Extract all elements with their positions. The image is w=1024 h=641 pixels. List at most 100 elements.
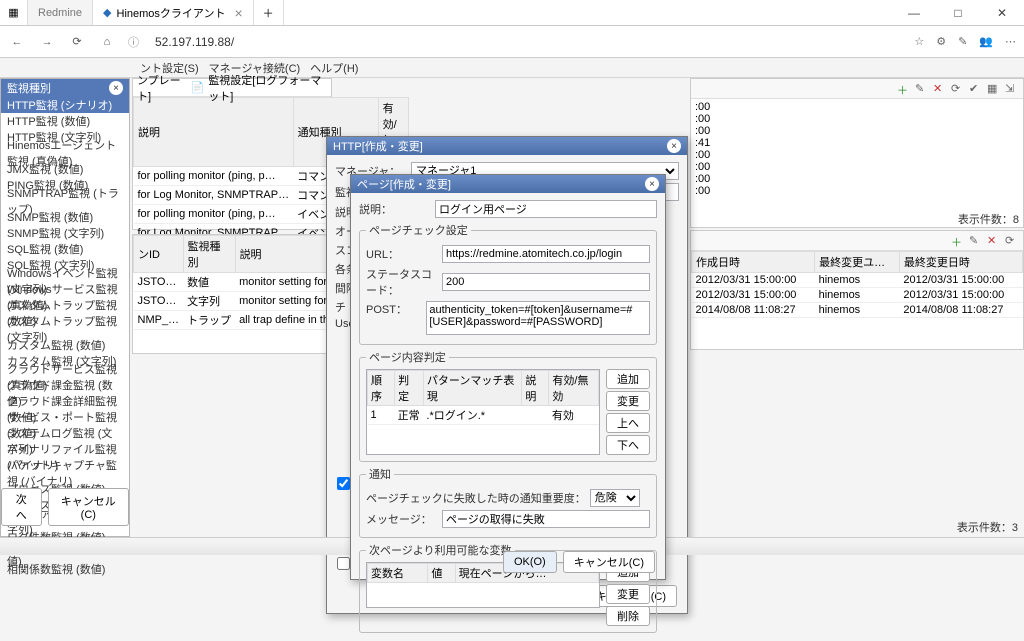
template-table-panel: ンプレート]📄監視設定[ログフォーマット] 説明通知種別有効/無効for pol… bbox=[132, 78, 332, 230]
close-icon[interactable]: × bbox=[109, 81, 123, 95]
star-icon[interactable]: ☆ bbox=[914, 35, 924, 48]
tab-label[interactable]: 監視設定[ログフォーマット] bbox=[208, 72, 327, 104]
column-header[interactable]: 最終変更日時 bbox=[899, 252, 1022, 273]
bottom-table-panel: ンID監視種別説明フォJSTO…数値monitor setting for an… bbox=[132, 234, 332, 354]
toolbar: ＋ ✎ ✕ ⟳ bbox=[691, 231, 1023, 251]
edit-icon[interactable]: ✎ bbox=[915, 82, 929, 96]
table-row[interactable]: 2012/03/31 15:00:00hinemos2012/03/31 15:… bbox=[692, 288, 1023, 303]
refresh-icon[interactable]: ⟳ bbox=[1005, 234, 1019, 248]
column-header[interactable]: 値 bbox=[428, 564, 455, 583]
action-button[interactable]: 変更 bbox=[606, 584, 650, 604]
column-header[interactable]: パターンマッチ表現 bbox=[423, 371, 521, 406]
action-button[interactable]: 削除 bbox=[606, 606, 650, 626]
time-cell: :00 bbox=[695, 149, 1019, 161]
checkbox[interactable] bbox=[337, 557, 350, 570]
forward-icon[interactable]: → bbox=[38, 33, 56, 51]
ok-button[interactable]: OK(O) bbox=[503, 551, 557, 573]
post-input[interactable]: authenticity_token=#[token]&username=#[U… bbox=[426, 301, 650, 335]
notify-fieldset: 通知 ページチェックに失敗した時の通知重要度：危険 メッセージ： bbox=[359, 466, 657, 538]
column-header[interactable]: 説明 bbox=[522, 371, 549, 406]
time-cell: :00 bbox=[695, 161, 1019, 173]
sidebar-item[interactable]: パケットキャプチャ監視 (バイナリ) bbox=[1, 465, 129, 481]
legend: ページチェック設定 bbox=[366, 222, 471, 238]
description-input[interactable] bbox=[435, 200, 657, 218]
cancel-button[interactable]: キャンセル(C) bbox=[48, 488, 129, 526]
back-icon[interactable]: ← bbox=[8, 33, 26, 51]
column-header[interactable]: 変数名 bbox=[368, 564, 428, 583]
url-input[interactable] bbox=[442, 245, 650, 263]
sidebar-item[interactable]: SNMPTRAP監視 (トラップ) bbox=[1, 193, 129, 209]
action-button[interactable]: 下へ bbox=[606, 435, 650, 455]
next-button[interactable]: 次へ bbox=[1, 488, 42, 526]
column-header[interactable]: 最終変更ユ… bbox=[815, 252, 900, 273]
status-code-input[interactable] bbox=[442, 273, 650, 291]
sidebar-item[interactable]: SQL監視 (数値) bbox=[1, 241, 129, 257]
sidebar-item[interactable]: HTTP監視 (シナリオ) bbox=[1, 97, 129, 113]
column-header[interactable]: 監視種別 bbox=[183, 236, 235, 273]
legend: 次ページより利用可能な変数 bbox=[366, 542, 515, 558]
window-max-button[interactable]: □ bbox=[936, 0, 980, 26]
sidebar-item[interactable]: カスタムトラップ監視 (文字列) bbox=[1, 321, 129, 337]
pen-icon[interactable]: ✎ bbox=[958, 35, 967, 48]
edit-icon[interactable]: ✎ bbox=[969, 234, 983, 248]
refresh-icon[interactable]: ⟳ bbox=[951, 82, 965, 96]
add-icon[interactable]: ＋ bbox=[897, 82, 911, 96]
page-check-fieldset: ページチェック設定 URL： ステータスコード： POST：authentici… bbox=[359, 222, 657, 345]
checkbox[interactable] bbox=[337, 477, 350, 490]
field-label: POST： bbox=[366, 301, 422, 317]
new-tab-button[interactable]: ＋ bbox=[254, 0, 284, 25]
share-icon[interactable]: 👥 bbox=[979, 35, 993, 48]
sidebar-item[interactable]: SNMP監視 (文字列) bbox=[1, 225, 129, 241]
url-input[interactable] bbox=[151, 31, 902, 53]
column-header[interactable]: 有効/無効 bbox=[549, 371, 599, 406]
time-cell: :00 bbox=[695, 101, 1019, 113]
action-button[interactable]: 追加 bbox=[606, 369, 650, 389]
tab-redmine[interactable]: Redmine bbox=[28, 0, 93, 25]
table-row[interactable]: 2012/03/31 15:00:00hinemos2012/03/31 15:… bbox=[692, 273, 1023, 288]
severity-select[interactable]: 危険 bbox=[590, 489, 640, 507]
action-button[interactable]: 変更 bbox=[606, 391, 650, 411]
column-header[interactable]: 説明 bbox=[134, 98, 294, 167]
tab-label[interactable]: ンプレート] bbox=[137, 72, 187, 104]
add-icon[interactable]: ＋ bbox=[951, 234, 965, 248]
home-icon[interactable]: ⌂ bbox=[98, 33, 116, 51]
field-label: ページチェックに失敗した時の通知重要度： bbox=[366, 490, 586, 506]
more-icon[interactable]: ⋯ bbox=[1005, 35, 1016, 48]
delete-icon[interactable]: ✕ bbox=[933, 82, 947, 96]
column-header[interactable]: 判定 bbox=[395, 371, 424, 406]
gear-icon[interactable]: ⚙ bbox=[936, 35, 946, 48]
column-header[interactable]: 順序 bbox=[368, 371, 395, 406]
close-icon[interactable]: × bbox=[667, 139, 681, 153]
column-header[interactable]: 作成日時 bbox=[692, 252, 815, 273]
delete-icon[interactable]: ✕ bbox=[987, 234, 1001, 248]
tab-label: Redmine bbox=[38, 7, 82, 19]
row-count: 表示件数：8 bbox=[958, 211, 1019, 227]
field-label: ステータスコード： bbox=[366, 266, 438, 298]
legend: ページ内容判定 bbox=[366, 349, 449, 365]
message-input[interactable] bbox=[442, 510, 650, 528]
close-icon[interactable]: × bbox=[234, 5, 242, 21]
sidebar-item[interactable]: Hinemosエージェント監視 (真偽値) bbox=[1, 145, 129, 161]
tab-label: Hinemosクライアント bbox=[117, 5, 226, 21]
filter-icon[interactable]: ▦ bbox=[987, 82, 1001, 96]
reload-icon[interactable]: ⟳ bbox=[68, 33, 86, 51]
titlebar: ▦ Redmine ◆Hinemosクライアント× ＋ — □ ✕ bbox=[0, 0, 1024, 26]
check-icon[interactable]: ✔ bbox=[969, 82, 983, 96]
action-button[interactable]: 上へ bbox=[606, 413, 650, 433]
close-icon[interactable]: × bbox=[645, 177, 659, 191]
column-header[interactable]: ンID bbox=[134, 236, 184, 273]
field-label: メッセージ： bbox=[366, 511, 438, 527]
window-min-button[interactable]: — bbox=[892, 0, 936, 26]
tab-hinemos[interactable]: ◆Hinemosクライアント× bbox=[93, 0, 254, 25]
row-count: 表示件数：3 bbox=[957, 519, 1018, 535]
time-cell: :00 bbox=[695, 113, 1019, 125]
table-row[interactable]: 2014/08/08 11:08:27hinemos2014/08/08 11:… bbox=[692, 303, 1023, 318]
table-row[interactable]: 1正常.*ログイン.*有効 bbox=[368, 406, 599, 425]
cancel-button[interactable]: キャンセル(C) bbox=[563, 551, 655, 573]
export-icon[interactable]: ⇲ bbox=[1005, 82, 1019, 96]
sidebar-item[interactable]: 相関係数監視 (数値) bbox=[1, 561, 129, 577]
modal-title: ページ[作成・変更] bbox=[357, 176, 451, 192]
sidebar-item[interactable]: HTTP監視 (数値) bbox=[1, 113, 129, 129]
window-close-button[interactable]: ✕ bbox=[980, 0, 1024, 26]
time-cell: :41 bbox=[695, 137, 1019, 149]
